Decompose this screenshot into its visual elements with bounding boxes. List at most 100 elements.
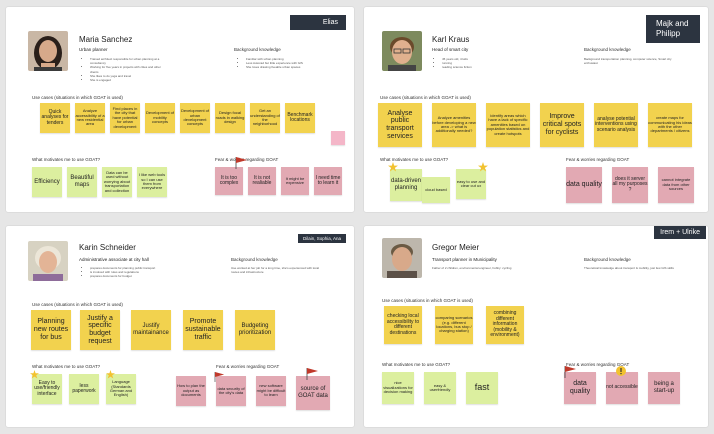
role-bullets: prepares documents for planning public t… bbox=[84, 266, 180, 279]
persona-name: Karin Schneider bbox=[79, 243, 136, 252]
flag-icon bbox=[306, 368, 318, 380]
sticky-note[interactable]: Budgeting prioritization bbox=[235, 310, 275, 350]
fears-heading: Fear & worries regarding GOAT bbox=[566, 157, 630, 162]
avatar bbox=[382, 31, 422, 71]
sticky-note[interactable]: Data can be used without worrying about … bbox=[102, 167, 132, 197]
sticky-note[interactable]: easy to use and clear cut ux bbox=[456, 169, 486, 199]
sticky-note[interactable]: cloud based bbox=[422, 177, 450, 203]
sticky-note[interactable]: data-driven planning bbox=[390, 169, 422, 201]
bullet: Working for five years in projects with … bbox=[90, 65, 165, 73]
sticky-note[interactable]: comparing scenarios (e.g. different loca… bbox=[435, 306, 473, 344]
sticky-note[interactable]: analyse potential interventions using sc… bbox=[594, 103, 638, 147]
sticky-note[interactable]: combining different information (mobilit… bbox=[486, 306, 524, 344]
persona-role: Administrative associate at city hall bbox=[79, 257, 149, 262]
sticky-note[interactable]: easy & userfriendly bbox=[424, 372, 456, 404]
sticky-note[interactable]: new software might be difficult to learn bbox=[256, 376, 286, 406]
sticky-note[interactable]: Analyze accessibility of a new residenti… bbox=[75, 103, 105, 133]
persona-board-maria: Elias Maria Sanchez Urban planner Traine… bbox=[6, 7, 354, 212]
motivates-notes: nice visualizations for decision making … bbox=[382, 372, 503, 404]
motivates-heading: What motivates me to use GOAT? bbox=[382, 362, 451, 367]
sticky-note[interactable]: Benchmark locations bbox=[285, 103, 315, 133]
sticky-note[interactable]: Quick analyses for tenders bbox=[40, 103, 70, 133]
sticky-note[interactable]: less paperwork bbox=[69, 374, 99, 404]
sticky-note[interactable]: Planning new routes for bus bbox=[31, 310, 71, 350]
flag-icon bbox=[564, 366, 576, 378]
sticky-note[interactable]: Analyze amenities before developing a ne… bbox=[432, 103, 476, 147]
sticky-note[interactable]: I like web tools so I can use them from … bbox=[137, 167, 167, 197]
sticky-note[interactable]: create maps for communicating his ideas … bbox=[648, 103, 692, 147]
sticky-note[interactable]: fast bbox=[466, 372, 498, 404]
bullet: Use worked at her job for a long time, s… bbox=[231, 266, 319, 275]
use-cases-notes: Planning new routes for bus Justify a sp… bbox=[31, 310, 280, 350]
background-bullets: Use worked at her job for a long time, s… bbox=[231, 266, 326, 274]
fears-notes: How to plan the output as documents data… bbox=[176, 376, 335, 410]
background-bullets: Familiar with urban planning Less Autoca… bbox=[240, 57, 326, 70]
blank-sticky-note[interactable] bbox=[331, 131, 345, 145]
fears-notes: It is too complex It is not realiable It… bbox=[215, 167, 347, 195]
role-bullets: Trained architect responsible for urban … bbox=[84, 57, 165, 82]
motivates-notes: Easy to use/friendly interface less pape… bbox=[32, 374, 141, 404]
background-heading: Background knowledge bbox=[584, 47, 631, 52]
sticky-note[interactable]: How to plan the output as documents bbox=[176, 376, 206, 406]
star-icon bbox=[478, 162, 488, 172]
use-cases-notes: Quick analyses for tenders Analyze acces… bbox=[40, 103, 320, 133]
background-bullets: Background transportation planning, comp… bbox=[584, 57, 679, 65]
sticky-note[interactable]: checking local accessibility to differen… bbox=[384, 306, 422, 344]
warning-icon bbox=[616, 366, 626, 376]
persona-role: Urban planner bbox=[79, 47, 108, 52]
use-cases-heading: Use cases (situations in which GOAT is u… bbox=[382, 298, 473, 303]
sticky-note[interactable]: I need time to learn it bbox=[314, 167, 342, 195]
use-cases-notes: checking local accessibility to differen… bbox=[384, 306, 529, 344]
sticky-note[interactable]: source of GOAT data bbox=[296, 376, 330, 410]
star-icon bbox=[30, 370, 39, 379]
sticky-note[interactable]: nice visualizations for decision making bbox=[382, 372, 414, 404]
sticky-note[interactable]: Find places in the city that have potent… bbox=[110, 103, 140, 133]
sticky-note[interactable]: Get an understanding of the neighborhood bbox=[250, 103, 280, 133]
role-bullets: 45 years old, 4 kids running reading sci… bbox=[436, 57, 512, 70]
sticky-note[interactable]: It is not realiable bbox=[248, 167, 276, 195]
avatar bbox=[28, 241, 68, 281]
sticky-note[interactable]: not accessible bbox=[606, 372, 638, 404]
persona-role: Transport planner in Municipality bbox=[432, 257, 497, 262]
persona-name: Gregor Meier bbox=[432, 243, 480, 252]
sticky-note[interactable]: Improve critical spots for cyclists bbox=[540, 103, 584, 147]
persona-name: Karl Kraus bbox=[432, 35, 470, 44]
sticky-note[interactable]: Design focal roads in walking design bbox=[215, 103, 245, 133]
fears-notes: data quality not accessible being a star… bbox=[564, 372, 685, 404]
team-label: Majk and Philipp bbox=[646, 15, 700, 43]
sticky-note[interactable]: Development of mobility concepts bbox=[145, 103, 175, 133]
flag-icon bbox=[214, 372, 225, 382]
sticky-note[interactable]: Promote sustainable traffic bbox=[183, 310, 223, 350]
bullet: Trained architect responsible for urban … bbox=[90, 57, 165, 65]
bullet: Father of 2 children, environmental engi… bbox=[432, 266, 512, 270]
bullet: reading science fiction bbox=[442, 65, 512, 69]
sticky-note[interactable]: It might be expensive bbox=[281, 167, 309, 195]
motivates-heading: What motivates me to use GOAT? bbox=[32, 364, 101, 369]
fears-heading: Fear & worries regarding GOAT bbox=[216, 364, 280, 369]
sticky-note[interactable]: Beautiful maps bbox=[67, 167, 97, 197]
sticky-note[interactable]: Justify a specific budget request bbox=[80, 310, 120, 350]
persona-role: Head of smart city bbox=[432, 47, 469, 52]
sticky-note[interactable]: Development of urban development concept… bbox=[180, 103, 210, 133]
sticky-note[interactable]: cannot integrate data from other sources bbox=[658, 167, 694, 203]
sticky-note[interactable]: does it server all my purposes ? bbox=[612, 167, 648, 203]
use-cases-heading: Use cases (situations in which GOAT is u… bbox=[32, 95, 123, 100]
sticky-note[interactable]: It is too complex bbox=[215, 167, 243, 195]
avatar bbox=[382, 238, 422, 278]
sticky-note[interactable]: being a start-up bbox=[648, 372, 680, 404]
persona-board-karin: Dilain, Sophia, Ana Karin Schneider Admi… bbox=[6, 226, 354, 427]
persona-board-gregor: Irem + Ulrike Gregor Meier Transport pla… bbox=[364, 226, 708, 427]
flag-icon bbox=[235, 157, 247, 169]
background-bullets: Theoretical knowledge about transport & … bbox=[584, 266, 679, 270]
fears-notes: data quality does it server all my purpo… bbox=[566, 167, 699, 203]
role-bullets: Father of 2 children, environmental engi… bbox=[432, 266, 542, 270]
sticky-note[interactable]: Efficiency bbox=[32, 167, 62, 197]
avatar bbox=[28, 31, 68, 71]
bullet: Theoretical knowledge about transport & … bbox=[584, 266, 674, 270]
sticky-note[interactable]: identify areas which have a lack of spec… bbox=[486, 103, 530, 147]
sticky-note[interactable]: Justify maintainance bbox=[131, 310, 171, 350]
team-label: Irem + Ulrike bbox=[654, 226, 706, 239]
sticky-note[interactable]: Analyse public transport services bbox=[378, 103, 422, 147]
use-cases-heading: Use cases (situations in which GOAT is u… bbox=[32, 302, 123, 307]
sticky-note[interactable]: data quality bbox=[566, 167, 602, 203]
